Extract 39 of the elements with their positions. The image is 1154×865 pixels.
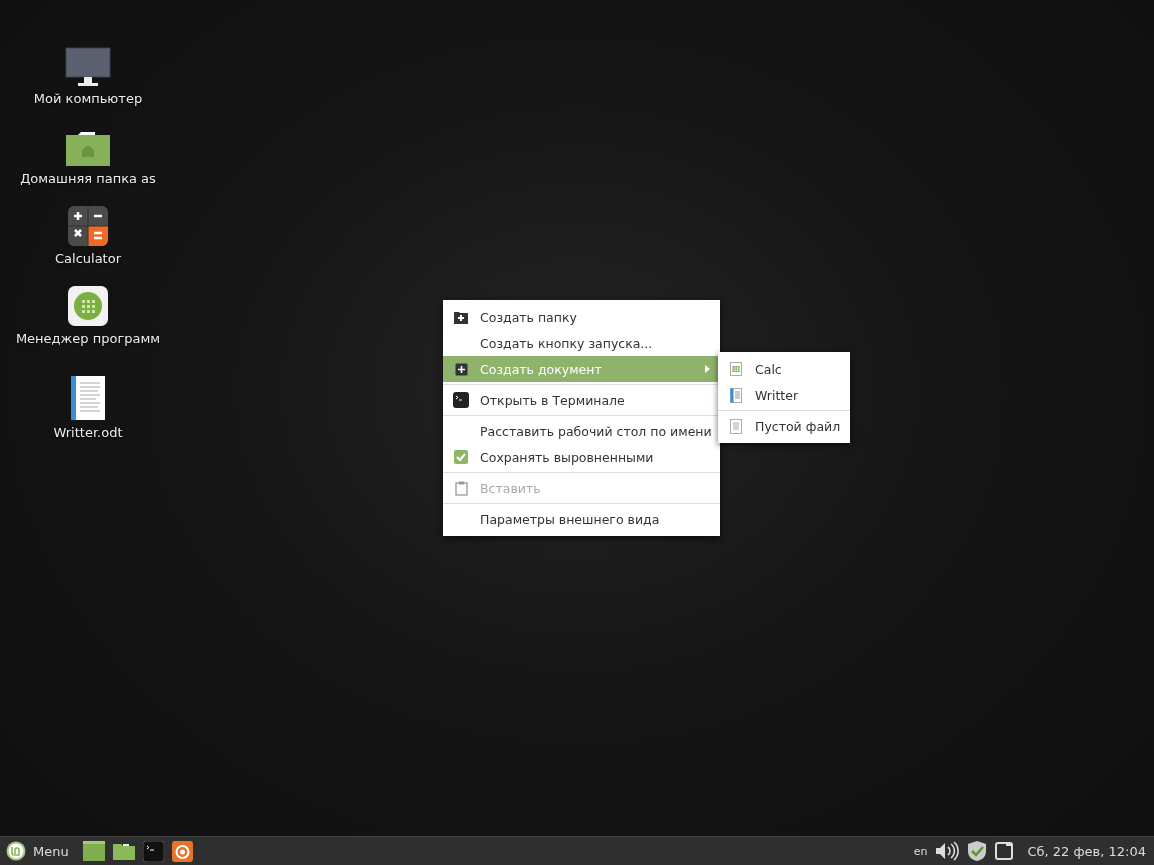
menu-item[interactable]: Расставить рабочий стол по имени <box>443 418 720 444</box>
desktop-icon-label[interactable]: Домашняя папка as <box>20 171 156 186</box>
keyboard-layout[interactable]: en <box>913 844 928 858</box>
menu-item[interactable]: Calc <box>718 356 850 382</box>
checkbox-icon[interactable] <box>454 450 468 464</box>
desktop-icon-label[interactable]: Calculator <box>55 251 121 266</box>
mint-logo-icon <box>6 841 26 861</box>
file-icon <box>730 418 742 434</box>
shield-check-icon[interactable] <box>967 840 988 862</box>
clock[interactable]: Сб, 22 фев, 12:04 <box>1027 843 1146 859</box>
volume-icon[interactable] <box>935 841 960 861</box>
folder-icon[interactable] <box>112 842 135 860</box>
menu-item[interactable]: Параметры внешнего вида <box>443 506 720 532</box>
menu-item[interactable]: Пустой файл <box>718 413 850 439</box>
menu-item[interactable]: Открыть в Терминале <box>443 387 720 413</box>
spreadsheet-icon <box>730 362 742 376</box>
desktop-icon-label[interactable]: Writter.odt <box>53 425 123 440</box>
clipboard-icon <box>454 480 468 496</box>
plus-square-icon <box>454 362 468 376</box>
browser-icon[interactable] <box>171 840 193 862</box>
menu-button[interactable]: Menu <box>6 838 75 864</box>
app-grid-icon[interactable] <box>67 285 109 327</box>
menu-item[interactable]: Создать папку <box>443 304 720 330</box>
window-icon[interactable] <box>82 841 105 861</box>
folder-plus-icon <box>454 310 468 324</box>
monitor-icon[interactable] <box>65 47 111 87</box>
desktop-icon-label[interactable]: Мой компьютер <box>33 91 143 106</box>
home-folder-icon[interactable] <box>65 129 111 167</box>
menu-item[interactable]: Writter <box>718 382 850 408</box>
calculator-icon[interactable] <box>67 205 109 247</box>
submenu-arrow-icon <box>705 365 710 373</box>
text-document-icon[interactable] <box>70 375 106 421</box>
text-document-icon <box>730 387 742 403</box>
desktop-icon-label[interactable]: Менеджер программ <box>15 331 161 346</box>
window-icon[interactable] <box>995 842 1014 860</box>
menu-item[interactable]: Создать кнопку запуска... <box>443 330 720 356</box>
menu-item[interactable]: Сохранять выровненными <box>443 444 720 470</box>
terminal-icon <box>453 392 469 408</box>
terminal-icon[interactable] <box>142 840 164 862</box>
